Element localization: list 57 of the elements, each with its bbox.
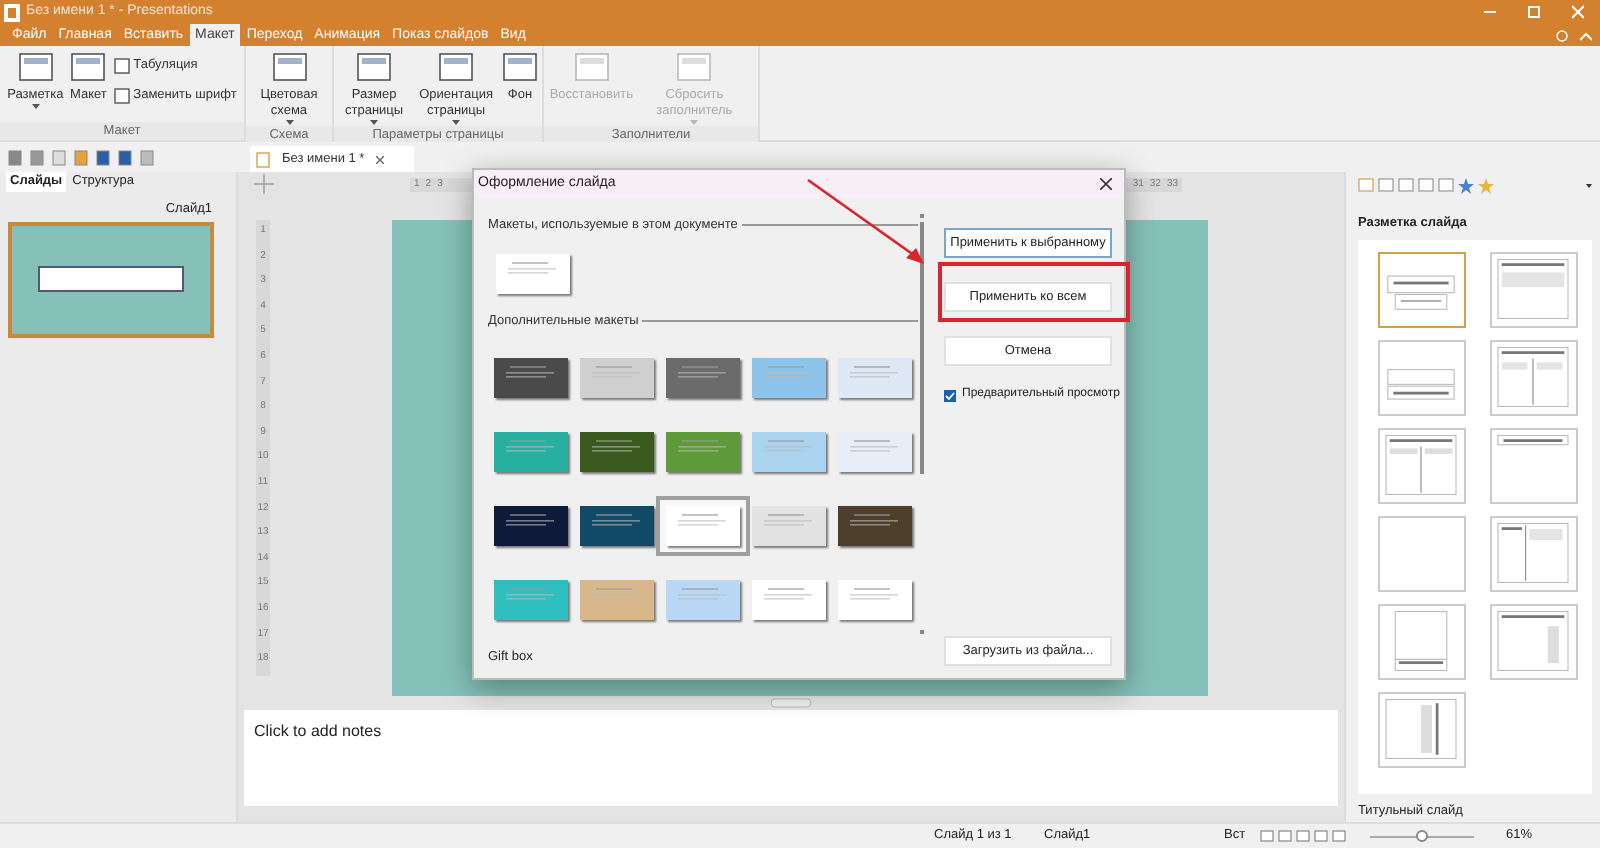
text-lines-icon [763,587,812,599]
text-lines-icon [677,365,726,377]
text-lines-icon [849,439,898,451]
text-lines-icon [506,439,554,451]
caret-icon[interactable] [1586,183,1592,188]
ruler-origin-icon [254,174,274,194]
star-icon[interactable] [1458,177,1474,194]
ribbon-icon [17,52,54,82]
ribbon-icon [438,52,475,82]
layout-thumbnail[interactable] [1378,339,1466,416]
text-lines-icon [849,587,898,599]
layout-thumbnail[interactable] [1378,515,1466,592]
caret-icon [31,104,40,110]
text-lines-icon [849,365,898,377]
star-icon[interactable] [1478,177,1494,194]
text-lines-icon [506,513,554,525]
restore-icon[interactable] [1528,4,1540,20]
close-icon[interactable] [376,155,385,163]
layout-thumbnail[interactable] [1378,251,1466,328]
zoom-thumb[interactable] [1416,829,1428,841]
text-lines-icon [677,439,726,451]
layout-thumbnail[interactable] [1489,515,1577,592]
text-lines-icon [506,365,554,377]
text-lines-icon [677,513,726,525]
layout-thumbnail[interactable] [1378,603,1466,680]
ribbon-icon [573,52,610,82]
text-lines-icon [591,439,640,451]
ribbon-icon [356,52,393,82]
layout-thumbnail[interactable] [1489,251,1577,328]
layout-thumbnail[interactable] [1489,603,1577,680]
layout-thumbnail[interactable] [1378,691,1466,768]
annotation-arrow [807,178,924,264]
scrollbar-icon [920,214,924,634]
text-lines-icon [763,513,812,525]
text-lines-icon [508,261,556,274]
slide-thumbnail[interactable] [8,221,214,338]
text-lines-icon [591,587,640,599]
collapse-ribbon-icon[interactable] [1580,30,1592,44]
text-lines-icon [591,365,640,377]
text-lines-icon [677,587,726,599]
template-thumbnail[interactable] [655,495,750,555]
text-lines-icon [763,439,812,451]
document-icon [256,151,270,167]
text-lines-icon [763,365,812,377]
layout-thumbnail[interactable] [1489,339,1577,416]
splitter-handle-icon[interactable] [770,698,812,708]
ribbon-icon [502,52,538,82]
text-lines-icon [506,587,554,599]
text-lines-icon [849,513,898,525]
text-lines-icon [591,513,640,525]
ribbon-icon [271,52,307,82]
close-icon[interactable] [1100,178,1112,190]
layout-thumbnail[interactable] [1489,427,1577,504]
ribbon-icon [676,52,713,82]
layout-thumbnail[interactable] [1378,427,1466,504]
ribbon-icon [70,52,107,82]
checkbox[interactable] [944,389,956,401]
